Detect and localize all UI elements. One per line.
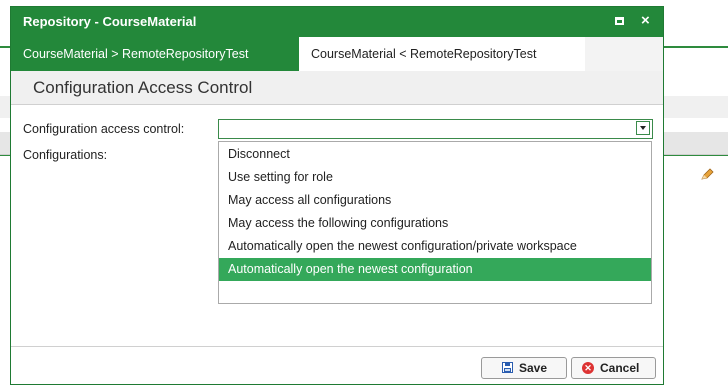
pencil-icon[interactable] (700, 168, 714, 180)
footer-divider (11, 346, 663, 347)
dropdown-option-selected[interactable]: Automatically open the newest configurat… (219, 258, 651, 281)
tab-bar: CourseMaterial > RemoteRepositoryTest Co… (11, 37, 663, 72)
window-title: Repository - CourseMaterial (23, 14, 197, 29)
tab-local-to-remote[interactable]: CourseMaterial > RemoteRepositoryTest (11, 37, 299, 71)
dropdown-option[interactable]: Automatically open the newest configurat… (219, 235, 651, 258)
dropdown-option[interactable]: Disconnect (219, 143, 651, 166)
dropdown-option[interactable]: Use setting for role (219, 166, 651, 189)
dropdown-option[interactable]: May access all configurations (219, 189, 651, 212)
repository-dialog: Repository - CourseMaterial × CourseMate… (10, 6, 664, 385)
cancel-button-label: Cancel (600, 361, 640, 375)
configurations-label: Configurations: (23, 148, 108, 162)
access-control-select[interactable] (218, 119, 653, 139)
access-control-label: Configuration access control: (23, 122, 185, 136)
cancel-button[interactable]: ✕ Cancel (571, 357, 656, 379)
background-line (662, 46, 728, 48)
chevron-down-icon[interactable] (636, 121, 650, 135)
section-title: Configuration Access Control (33, 78, 253, 97)
close-icon[interactable]: × (641, 12, 650, 29)
tab-remote-to-local[interactable]: CourseMaterial < RemoteRepositoryTest (299, 37, 585, 71)
title-bar: Repository - CourseMaterial × (11, 7, 663, 37)
save-icon (502, 362, 513, 373)
section-header: Configuration Access Control (11, 71, 663, 105)
access-control-dropdown: Disconnect Use setting for role May acce… (218, 141, 652, 304)
save-button-label: Save (519, 361, 548, 375)
dropdown-option[interactable]: May access the following configurations (219, 212, 651, 235)
cancel-icon: ✕ (582, 362, 594, 374)
save-button[interactable]: Save (481, 357, 567, 379)
maximize-icon[interactable] (615, 17, 624, 25)
